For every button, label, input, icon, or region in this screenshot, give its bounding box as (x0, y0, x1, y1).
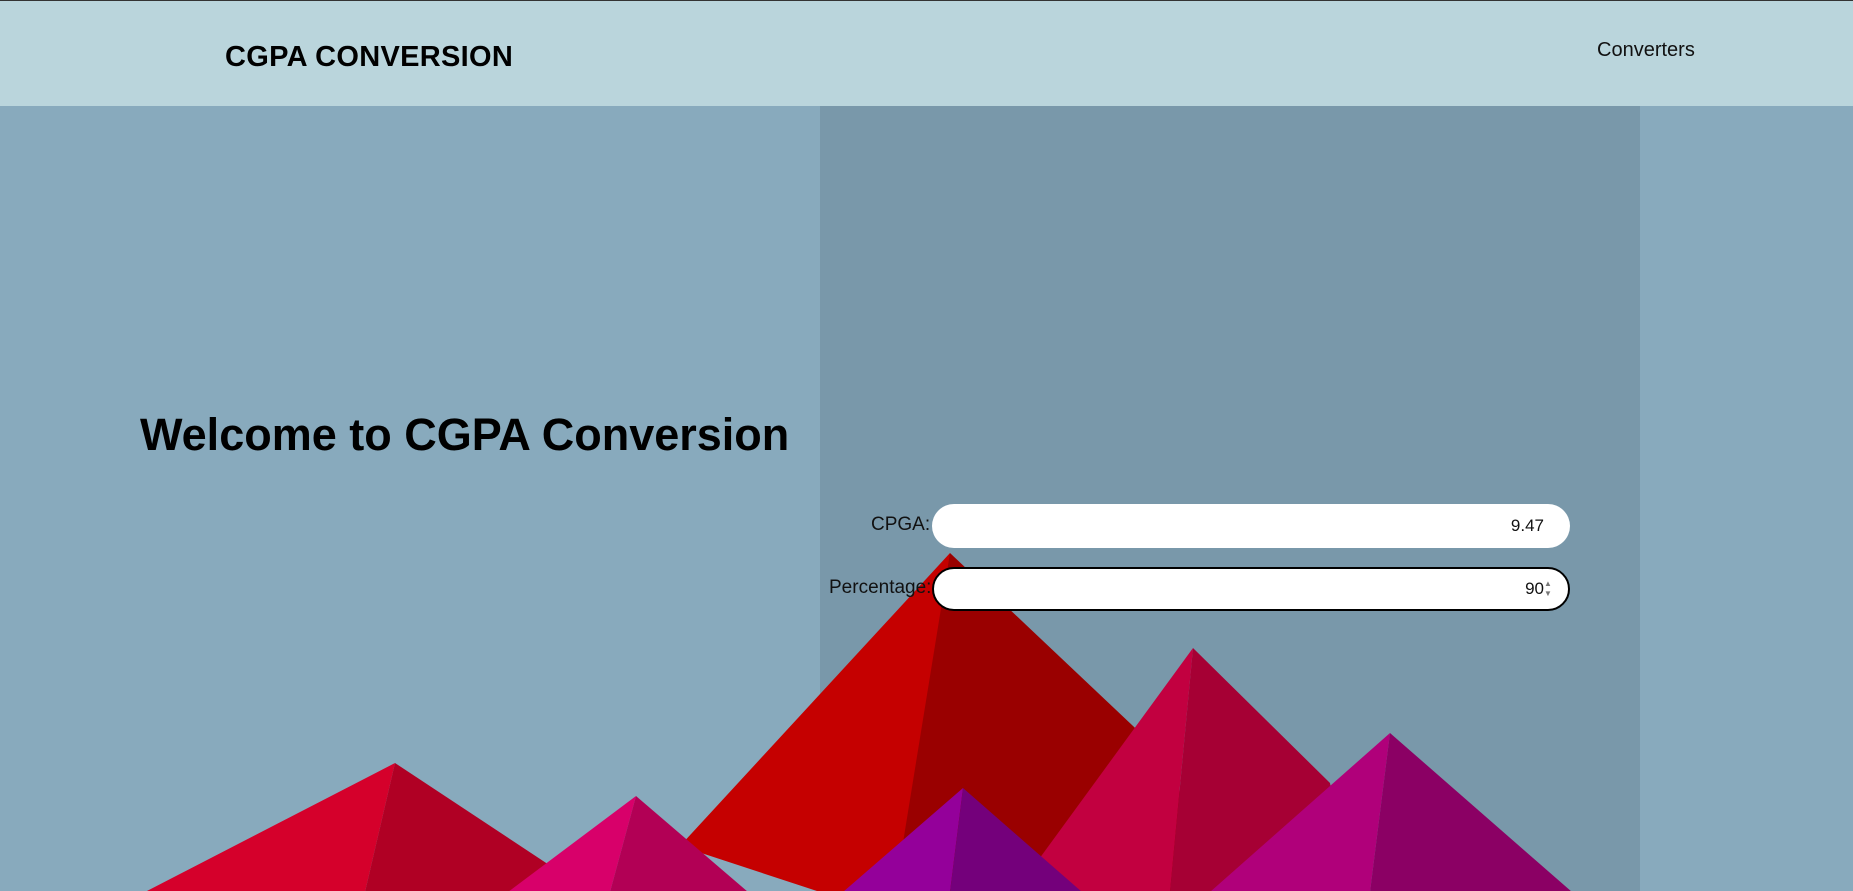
cgpa-input[interactable]: 9.47 (932, 504, 1570, 548)
percentage-input[interactable]: 90 ▲ ▼ (932, 567, 1570, 611)
mountain-crimson-right (365, 763, 589, 891)
navbar: CGPA CONVERSION Converters (0, 1, 1853, 106)
number-spinner[interactable]: ▲ ▼ (1544, 579, 1552, 599)
cgpa-label: CPGA: (871, 514, 931, 535)
percentage-label: Percentage: (829, 577, 932, 598)
percentage-value: 90 (1525, 579, 1544, 598)
mountain-pink-right (610, 796, 747, 891)
converter-panel (820, 106, 1640, 891)
mountain-pink-left (509, 796, 636, 891)
hero-title: Welcome to CGPA Conversion (140, 409, 790, 460)
spinner-up-icon[interactable]: ▲ (1544, 579, 1552, 589)
mountain-crimson-left (146, 763, 395, 891)
converters-link[interactable]: Converters (1597, 39, 1695, 62)
brand-title[interactable]: CGPA CONVERSION (225, 41, 513, 74)
spinner-down-icon[interactable]: ▼ (1544, 589, 1552, 599)
cgpa-value: 9.47 (1510, 516, 1544, 535)
